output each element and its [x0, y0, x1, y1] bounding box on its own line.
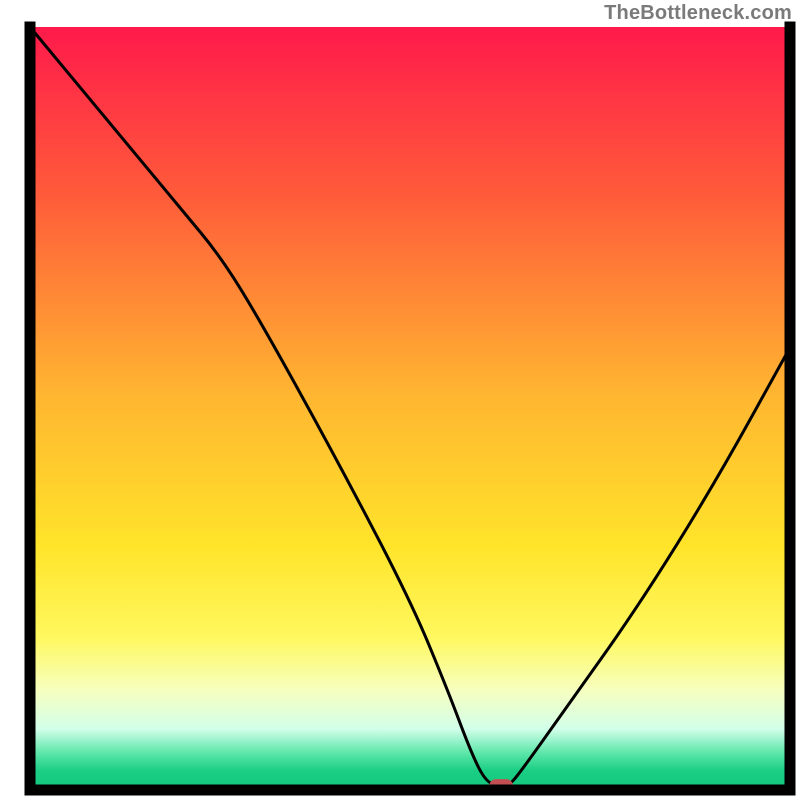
gradient-background	[30, 27, 790, 790]
bottleneck-chart	[0, 0, 800, 800]
chart-stage: TheBottleneck.com	[0, 0, 800, 800]
